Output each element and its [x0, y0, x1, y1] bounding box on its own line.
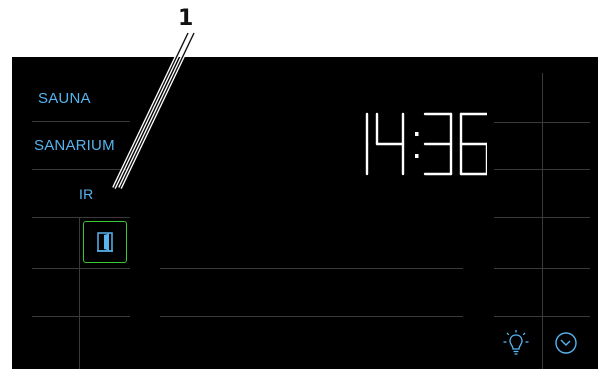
divider — [32, 268, 130, 269]
callout-number: 1 — [178, 6, 194, 31]
divider — [32, 121, 130, 122]
clock-digit — [459, 112, 487, 176]
divider — [494, 316, 590, 317]
clock-icon — [555, 332, 577, 354]
grid-line — [79, 217, 80, 369]
divider — [160, 316, 463, 317]
door-button[interactable] — [83, 221, 127, 263]
menu-item-ir[interactable]: IR — [79, 186, 93, 202]
divider — [494, 169, 590, 170]
menu-item-sanarium[interactable]: SANARIUM — [34, 137, 115, 154]
clock-colon-dot — [415, 132, 419, 136]
timer-button[interactable] — [551, 328, 581, 358]
control-panel: SAUNA SANARIUM IR — [12, 57, 598, 369]
grid-line — [542, 73, 543, 369]
divider — [32, 169, 130, 170]
clock-digit — [423, 112, 453, 176]
divider — [32, 316, 130, 317]
light-button[interactable] — [501, 328, 531, 358]
divider — [494, 268, 590, 269]
clock-digit — [375, 112, 405, 176]
clock-colon-dot — [415, 154, 419, 158]
light-bulb-icon — [503, 330, 529, 355]
divider — [160, 268, 463, 269]
menu-item-sauna[interactable]: SAUNA — [38, 90, 91, 107]
divider — [32, 217, 130, 218]
time-display — [365, 112, 487, 176]
door-icon — [97, 232, 113, 252]
divider — [494, 217, 590, 218]
divider — [494, 122, 590, 123]
